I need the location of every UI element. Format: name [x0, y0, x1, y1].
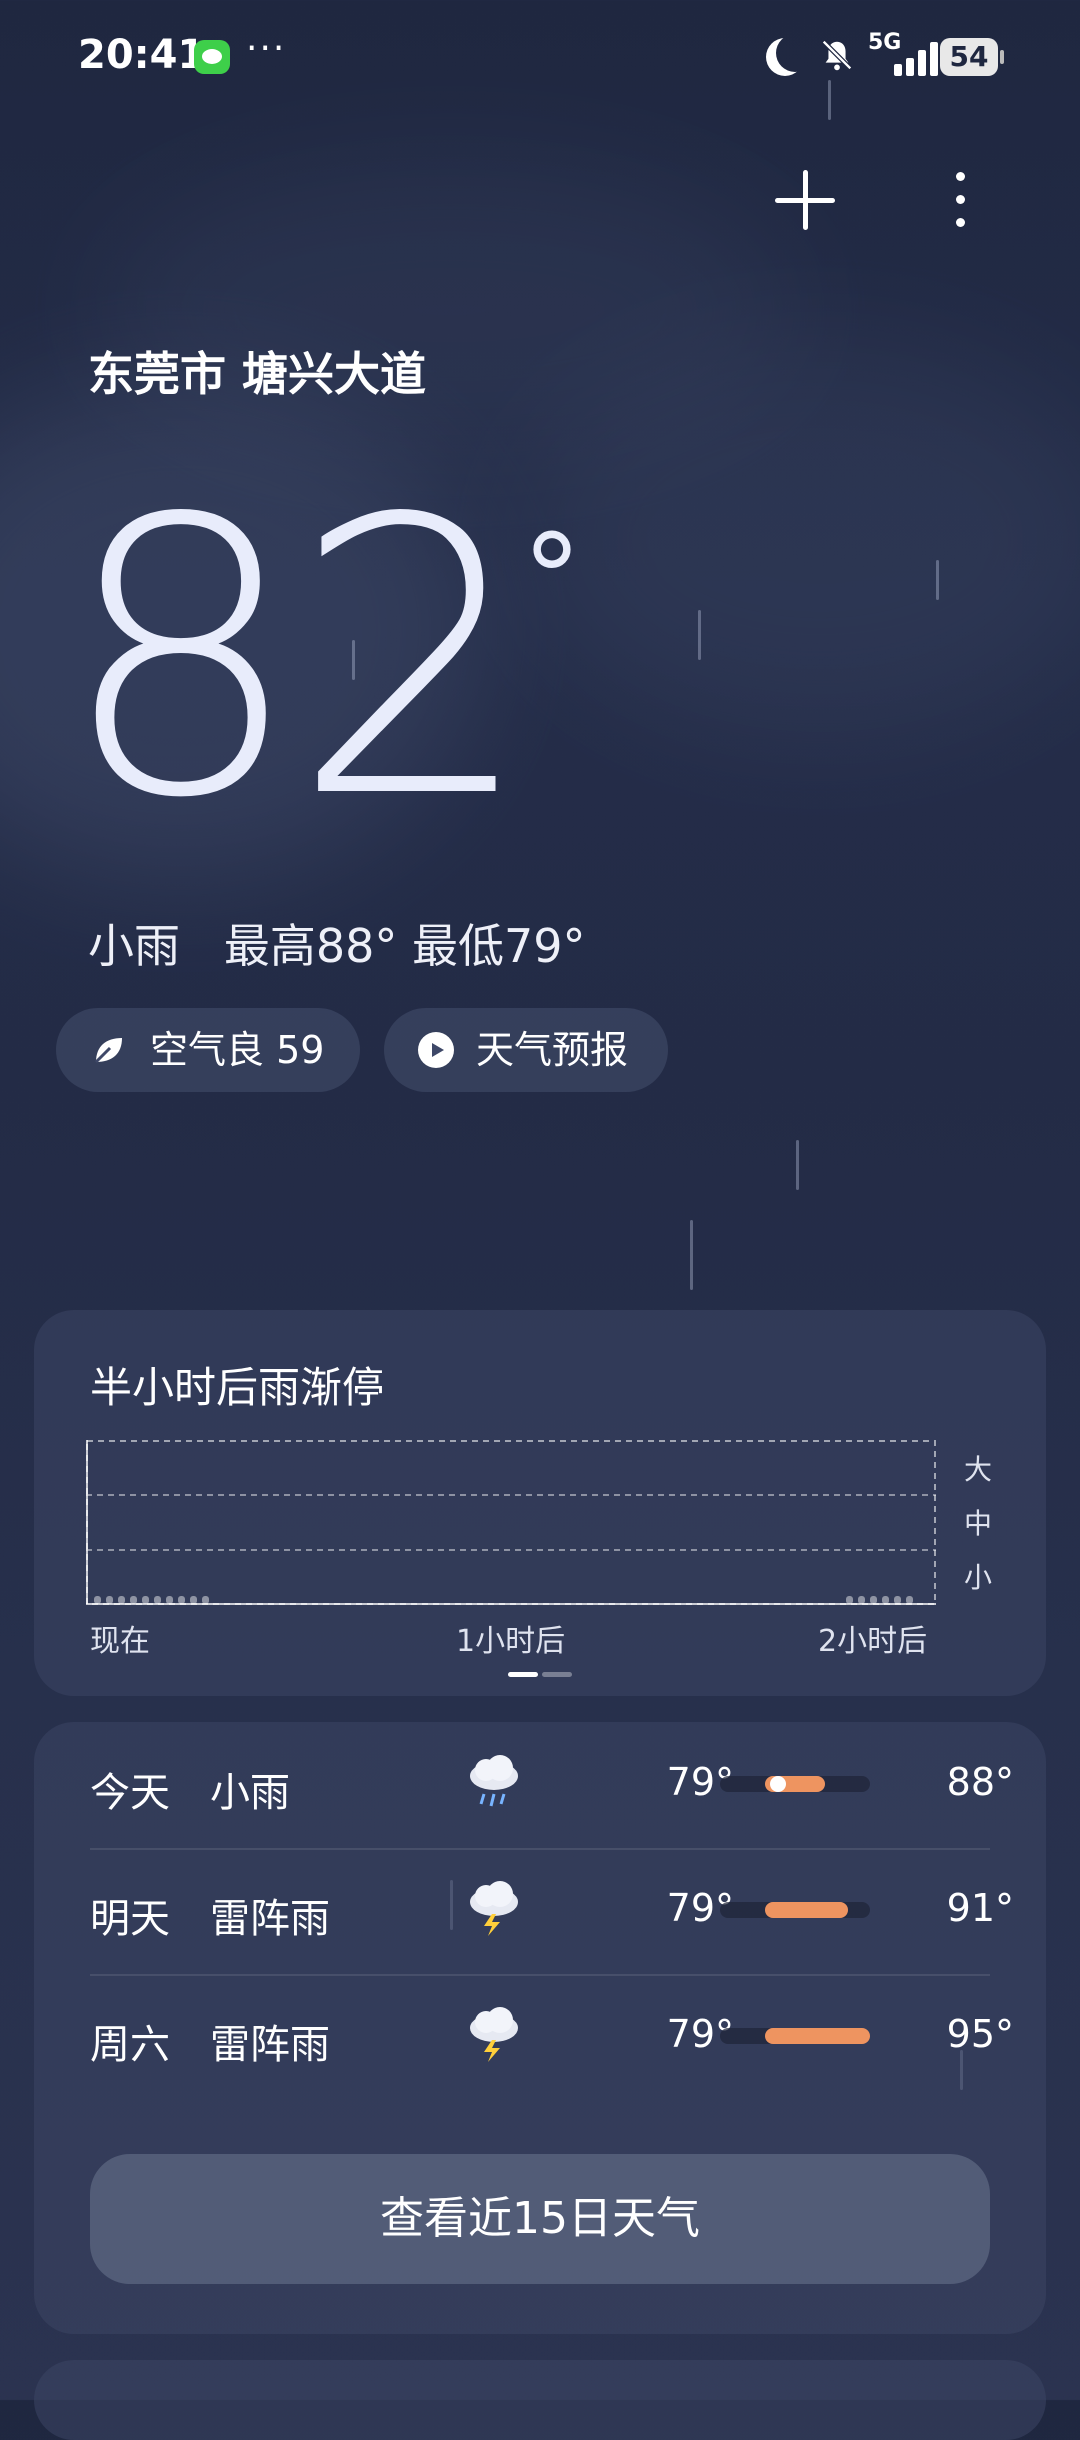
forecast-low: 79° — [666, 1886, 734, 1930]
y-label-moderate: 中 — [964, 1507, 993, 1540]
thunderstorm-icon — [470, 2007, 518, 2062]
next-card — [34, 2360, 1046, 2440]
current-temp-dot — [770, 1776, 786, 1792]
air-quality-pill[interactable]: 空气良 59 — [56, 1008, 360, 1092]
page-indicator-inactive — [542, 1672, 572, 1677]
forecast-high: 88° — [946, 1760, 1014, 1804]
forecast-row[interactable]: 今天 小雨 79° 88° — [34, 1722, 1046, 1848]
mute-bell-icon — [822, 40, 852, 71]
cloud-rain-icon — [470, 1755, 518, 1807]
page-indicator-active — [508, 1672, 538, 1677]
forecast-desc: 小雨 — [210, 1770, 290, 1816]
battery-indicator: 54 — [940, 38, 1004, 76]
status-time: 20:41 — [78, 32, 206, 78]
leaf-icon — [94, 1038, 122, 1064]
daily-forecast-card: 今天 小雨 79° 88° 明天 雷阵雨 79° 91° 周六 雷阵雨 79° … — [34, 1722, 1046, 2334]
precipitation-card[interactable]: 半小时后雨渐停 大 中 小 现在 1小时后 2小时后 — [34, 1310, 1046, 1696]
forecast-day: 明天 — [90, 1896, 170, 1942]
temperature-range-bar — [720, 1902, 870, 1918]
air-quality-label: 空气良 59 — [150, 1028, 325, 1072]
more-notifications-icon: ··· — [246, 28, 287, 69]
y-label-heavy: 大 — [964, 1453, 993, 1486]
temperature-range-bar — [720, 2028, 870, 2044]
message-app-icon — [194, 40, 230, 74]
forecast-day: 周六 — [90, 2022, 170, 2068]
add-city-button[interactable] — [775, 170, 835, 230]
do-not-disturb-icon — [776, 34, 814, 72]
x-label-1h: 1小时后 — [456, 1624, 566, 1659]
more-options-button[interactable] — [950, 170, 970, 230]
temperature-range-fill — [765, 1902, 848, 1918]
forecast-day: 今天 — [90, 1770, 170, 1816]
location-title: 东莞市 塘兴大道 — [88, 347, 427, 401]
weather-forecast-video-pill[interactable]: 天气预报 — [384, 1008, 668, 1092]
forecast-high: 91° — [946, 1886, 1014, 1930]
view-15-day-forecast-button[interactable]: 查看近15日天气 — [90, 2154, 990, 2284]
forecast-row[interactable]: 周六 雷阵雨 79° 95° — [34, 1974, 1046, 2100]
precipitation-title: 半小时后雨渐停 — [90, 1363, 385, 1412]
current-temperature: 82 — [60, 438, 534, 881]
forecast-desc: 雷阵雨 — [210, 2022, 330, 2068]
y-label-light: 小 — [964, 1561, 993, 1594]
forecast-video-label: 天气预报 — [476, 1028, 629, 1072]
signal-icon — [872, 40, 938, 76]
condition-summary: 小雨 最高88° 最低79° — [88, 919, 586, 973]
temperature-range-bar — [720, 1776, 870, 1792]
precipitation-chart — [86, 1440, 936, 1605]
forecast-low: 79° — [666, 1760, 734, 1804]
x-label-2h: 2小时后 — [818, 1624, 928, 1659]
degree-symbol: ° — [522, 510, 582, 649]
x-label-now: 现在 — [90, 1624, 150, 1659]
forecast-low: 79° — [666, 2012, 734, 2056]
forecast-desc: 雷阵雨 — [210, 1896, 330, 1942]
thunderstorm-icon — [470, 1881, 518, 1936]
play-icon — [418, 1032, 454, 1068]
forecast-row[interactable]: 明天 雷阵雨 79° 91° — [34, 1848, 1046, 1974]
temperature-range-fill — [765, 2028, 870, 2044]
forecast-high: 95° — [946, 2012, 1014, 2056]
status-bar: 20:41 ··· 5G 54 — [0, 0, 1080, 110]
